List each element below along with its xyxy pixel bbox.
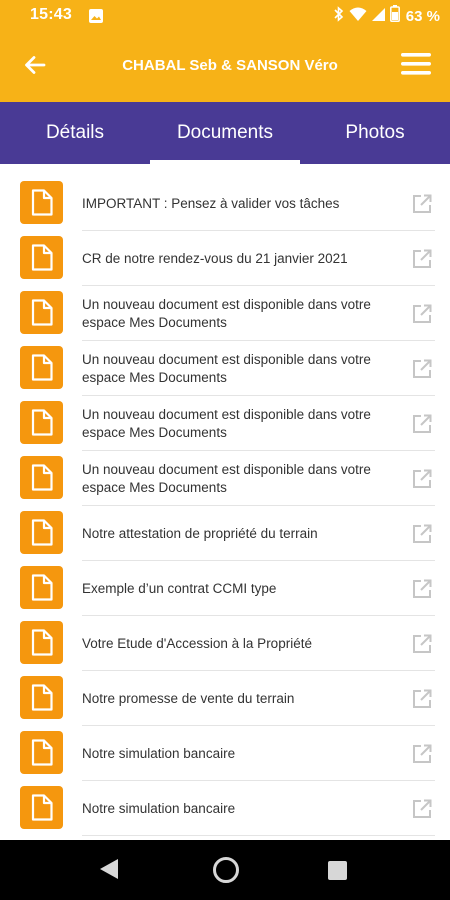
document-row[interactable]: Exemple d’un contrat CCMI type <box>0 561 450 616</box>
app-bar: 15:43 63 % CHABAL Seb & SANSON Véro <box>0 0 450 102</box>
document-title: Exemple d’un contrat CCMI type <box>82 580 277 596</box>
document-title: CR de notre rendez-vous du 21 janvier 20… <box>82 250 348 266</box>
open-external-icon[interactable] <box>411 248 433 270</box>
open-external-icon[interactable] <box>411 413 433 435</box>
tab-bar: Détails Documents Photos <box>0 102 450 164</box>
document-row[interactable]: Notre simulation bancaire <box>0 781 450 836</box>
tab-label: Photos <box>345 122 405 143</box>
document-row[interactable]: IMPORTANT : Pensez à valider vos tâches <box>0 176 450 231</box>
document-title: Votre Etude d'Accession à la Propriété <box>82 635 312 651</box>
document-title: Un nouveau document est disponible dans … <box>82 351 371 385</box>
open-external-icon[interactable] <box>411 303 433 325</box>
open-external-icon[interactable] <box>411 743 433 765</box>
document-row[interactable]: Notre attestation de propriété du terrai… <box>0 506 450 561</box>
document-row[interactable]: CR de notre rendez-vous du 21 janvier 20… <box>0 231 450 286</box>
document-row[interactable]: Un nouveau document est disponible dans … <box>0 286 450 341</box>
document-title: IMPORTANT : Pensez à valider vos tâches <box>82 195 340 211</box>
hamburger-menu-icon <box>401 52 431 80</box>
document-title: Un nouveau document est disponible dans … <box>82 461 371 495</box>
file-icon <box>20 346 63 389</box>
status-bar: 15:43 63 % <box>0 0 450 32</box>
open-external-icon[interactable] <box>411 578 433 600</box>
tab-photos[interactable]: Photos <box>300 102 450 164</box>
selected-tab-indicator <box>150 160 300 164</box>
document-row[interactable]: Notre simulation bancaire <box>0 726 450 781</box>
document-title: Un nouveau document est disponible dans … <box>82 296 371 330</box>
file-icon <box>20 401 63 444</box>
nav-home-icon[interactable] <box>213 857 239 883</box>
system-navigation-bar <box>0 840 450 900</box>
document-title: Notre attestation de propriété du terrai… <box>82 525 318 541</box>
file-icon <box>20 621 63 664</box>
signal-icon <box>371 6 386 27</box>
open-external-icon[interactable] <box>411 633 433 655</box>
bluetooth-icon <box>333 5 345 27</box>
document-list: IMPORTANT : Pensez à valider vos tâches C… <box>0 176 450 836</box>
document-title: Notre simulation bancaire <box>82 800 236 816</box>
open-external-icon[interactable] <box>411 798 433 820</box>
file-icon <box>20 566 63 609</box>
battery-icon <box>389 5 400 27</box>
open-external-icon[interactable] <box>411 193 433 215</box>
file-icon <box>20 456 63 499</box>
open-external-icon[interactable] <box>411 688 433 710</box>
back-button[interactable] <box>18 50 52 84</box>
image-icon <box>88 8 104 24</box>
nav-back-icon[interactable] <box>99 858 119 885</box>
tab-documents[interactable]: Documents <box>150 102 300 164</box>
document-title: Notre promesse de vente du terrain <box>82 690 295 706</box>
status-time: 15:43 <box>30 6 72 23</box>
document-row[interactable]: Un nouveau document est disponible dans … <box>0 451 450 506</box>
menu-button[interactable] <box>396 48 436 84</box>
file-icon <box>20 786 63 829</box>
file-icon <box>20 236 63 279</box>
file-icon <box>20 511 63 554</box>
document-title: Un nouveau document est disponible dans … <box>82 406 371 440</box>
file-icon <box>20 731 63 774</box>
battery-percent: 63 % <box>405 7 440 25</box>
page-title: CHABAL Seb & SANSON Véro <box>122 57 338 74</box>
nav-recents-icon[interactable] <box>328 861 347 880</box>
open-external-icon[interactable] <box>411 523 433 545</box>
wifi-icon <box>349 6 367 27</box>
document-row[interactable]: Un nouveau document est disponible dans … <box>0 341 450 396</box>
file-icon <box>20 291 63 334</box>
file-icon <box>20 181 63 224</box>
tab-details[interactable]: Détails <box>0 102 150 164</box>
document-row[interactable]: Votre Etude d'Accession à la Propriété <box>0 616 450 671</box>
document-row[interactable]: Notre promesse de vente du terrain <box>0 671 450 726</box>
tab-label: Détails <box>45 122 105 143</box>
open-external-icon[interactable] <box>411 468 433 490</box>
open-external-icon[interactable] <box>411 358 433 380</box>
tab-label: Documents <box>176 122 274 143</box>
document-title: Notre simulation bancaire <box>82 745 236 761</box>
row-divider <box>82 835 435 836</box>
file-icon <box>20 676 63 719</box>
back-arrow-icon <box>23 53 47 82</box>
status-icons: 63 % <box>333 5 440 27</box>
document-row[interactable]: Un nouveau document est disponible dans … <box>0 396 450 451</box>
